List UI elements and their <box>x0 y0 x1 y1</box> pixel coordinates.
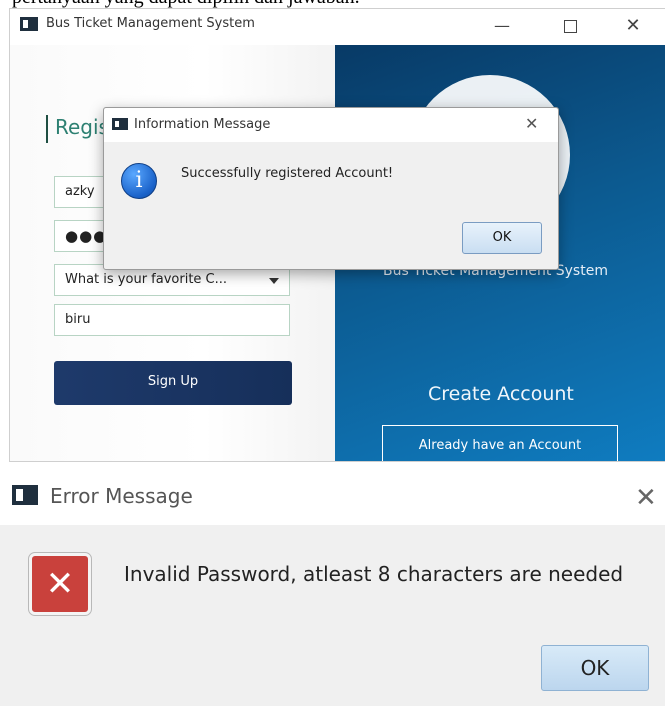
window-titlebar: Bus Ticket Management System — ✕ <box>10 9 665 45</box>
dialog-close-button[interactable]: ✕ <box>525 114 538 133</box>
form-heading: Regis <box>55 115 109 139</box>
minimize-button[interactable]: — <box>482 13 522 39</box>
ok-button[interactable]: OK <box>541 645 649 691</box>
maximize-button[interactable] <box>550 13 590 39</box>
chevron-down-icon <box>269 278 279 284</box>
dialog-titlebar: Information Message ✕ <box>104 108 558 142</box>
error-dialog: Error Message ✕ ✕ Invalid Password, atle… <box>0 471 665 706</box>
app-icon <box>12 485 38 505</box>
dialog-message: Invalid Password, atleast 8 characters a… <box>124 562 624 586</box>
heading-accent-bar <box>46 115 48 143</box>
document-text: pertanyaan yang dapat dipilih dan jawaba… <box>12 0 612 8</box>
dialog-title: Information Message <box>134 117 271 132</box>
dialog-close-button[interactable]: ✕ <box>635 483 657 513</box>
close-button[interactable]: ✕ <box>613 13 653 39</box>
ok-button[interactable]: OK <box>462 222 542 254</box>
already-have-account-button[interactable]: Already have an Account <box>382 425 618 461</box>
info-icon: i <box>121 163 157 199</box>
sign-up-button[interactable]: Sign Up <box>54 361 292 405</box>
security-question-value: What is your favorite C... <box>65 272 228 287</box>
window-title: Bus Ticket Management System <box>46 16 255 31</box>
error-icon: ✕ <box>28 552 92 616</box>
dialog-title: Error Message <box>50 484 193 508</box>
information-dialog: Information Message ✕ i Successfully reg… <box>103 107 559 270</box>
security-answer-field[interactable]: biru <box>54 304 290 336</box>
app-icon <box>20 17 38 31</box>
maximize-icon <box>563 20 577 33</box>
app-icon <box>112 118 128 130</box>
dialog-message: Successfully registered Account! <box>181 166 394 181</box>
dialog-titlebar: Error Message ✕ <box>0 471 665 525</box>
create-account-heading: Create Account <box>428 383 574 405</box>
